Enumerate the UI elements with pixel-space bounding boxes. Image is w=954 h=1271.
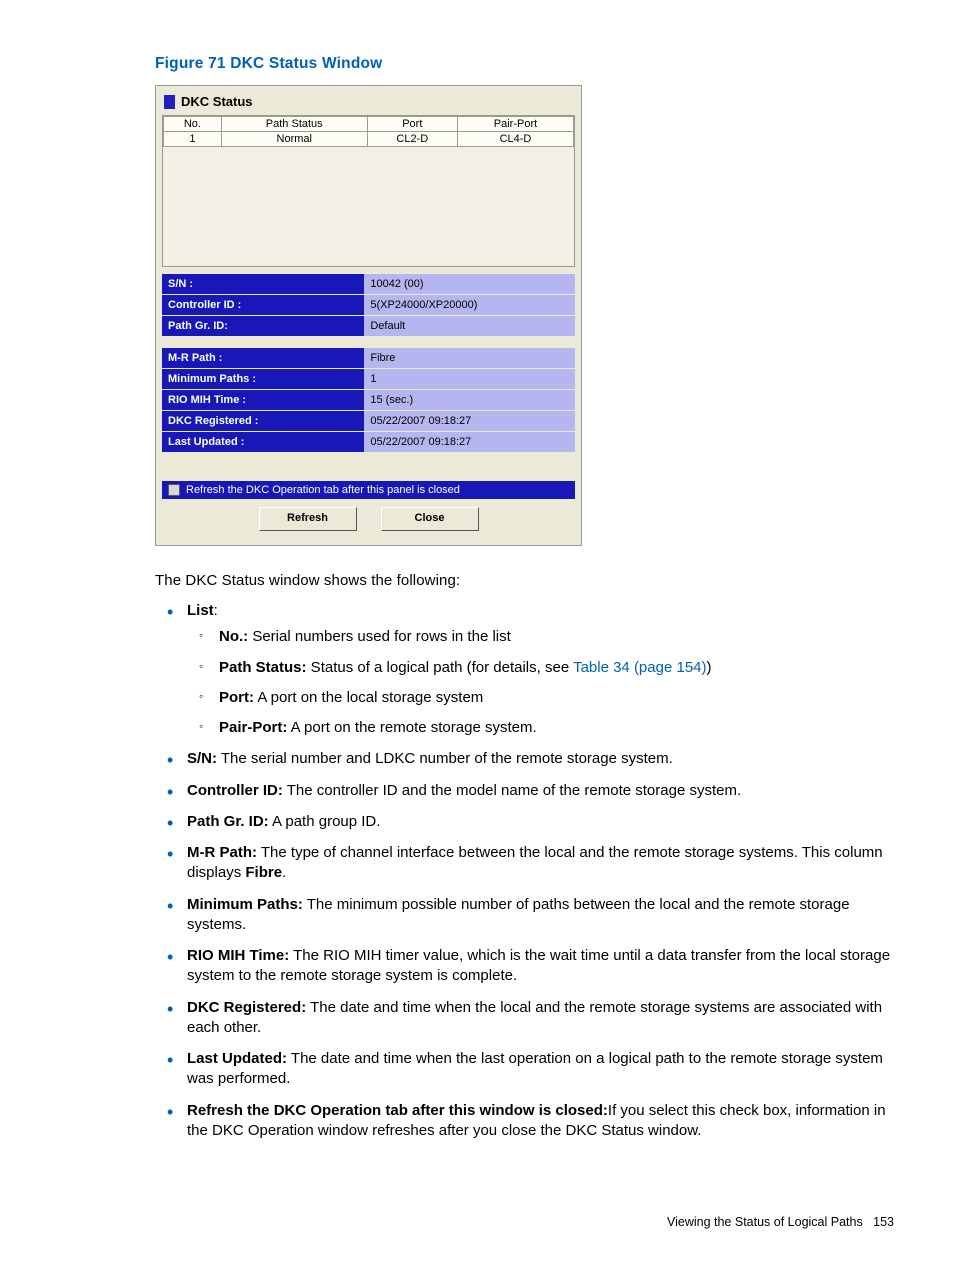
info-block-1: S/N :10042 (00) Controller ID :5(XP24000… <box>162 273 575 453</box>
label-min-paths: Minimum Paths : <box>162 369 364 389</box>
list-item: Pair-Port: A port on the remote storage … <box>187 718 894 738</box>
refresh-checkbox-row[interactable]: Refresh the DKC Operation tab after this… <box>162 481 575 499</box>
value-path-gr-id: Default <box>364 316 575 336</box>
list-item: S/N: The serial number and LDKC number o… <box>155 749 894 769</box>
label-sn: S/N : <box>162 274 364 294</box>
footer-section: Viewing the Status of Logical Paths <box>667 1215 863 1229</box>
cell-port: CL2-D <box>367 132 457 147</box>
label-dkc-registered: DKC Registered : <box>162 411 364 431</box>
dkc-status-window: DKC Status No. Path Status Port Pair-Por… <box>155 85 582 546</box>
label-controller-id: Controller ID : <box>162 295 364 315</box>
col-port: Port <box>367 117 457 132</box>
table-row[interactable]: 1 Normal CL2-D CL4-D <box>164 132 574 147</box>
list-item: Minimum Paths: The minimum possible numb… <box>155 895 894 936</box>
list-item: No.: Serial numbers used for rows in the… <box>187 627 894 647</box>
col-no: No. <box>164 117 222 132</box>
cell-pair: CL4-D <box>457 132 573 147</box>
window-title: DKC Status <box>181 94 253 109</box>
figure-title: Figure 71 DKC Status Window <box>155 55 894 73</box>
list-item: Last Updated: The date and time when the… <box>155 1049 894 1090</box>
description-list: List: No.: Serial numbers used for rows … <box>155 601 894 1141</box>
label-mr-path: M-R Path : <box>162 348 364 368</box>
list-item: M-R Path: The type of channel interface … <box>155 843 894 884</box>
page-footer: Viewing the Status of Logical Paths 153 <box>667 1215 894 1229</box>
path-table: No. Path Status Port Pair-Port 1 Normal … <box>163 116 574 147</box>
list-item: Controller ID: The controller ID and the… <box>155 781 894 801</box>
col-path-status: Path Status <box>221 117 367 132</box>
window-title-bar: DKC Status <box>162 92 575 115</box>
cell-status: Normal <box>221 132 367 147</box>
list-item: Path Gr. ID: A path group ID. <box>155 812 894 832</box>
col-pair-port: Pair-Port <box>457 117 573 132</box>
refresh-checkbox-label: Refresh the DKC Operation tab after this… <box>186 484 460 496</box>
value-sn: 10042 (00) <box>364 274 575 294</box>
list-item: Refresh the DKC Operation tab after this… <box>155 1101 894 1142</box>
path-list: No. Path Status Port Pair-Port 1 Normal … <box>162 115 575 267</box>
intro-paragraph: The DKC Status window shows the followin… <box>155 572 894 589</box>
value-last-updated: 05/22/2007 09:18:27 <box>364 432 575 452</box>
label-rio-mih: RIO MIH Time : <box>162 390 364 410</box>
sub-list: No.: Serial numbers used for rows in the… <box>187 627 894 738</box>
list-item: DKC Registered: The date and time when t… <box>155 998 894 1039</box>
cell-no: 1 <box>164 132 222 147</box>
value-dkc-registered: 05/22/2007 09:18:27 <box>364 411 575 431</box>
value-rio-mih: 15 (sec.) <box>364 390 575 410</box>
value-min-paths: 1 <box>364 369 575 389</box>
window-icon <box>164 95 175 109</box>
value-controller-id: 5(XP24000/XP20000) <box>364 295 575 315</box>
list-item: RIO MIH Time: The RIO MIH timer value, w… <box>155 946 894 987</box>
label-path-gr-id: Path Gr. ID: <box>162 316 364 336</box>
page-number: 153 <box>873 1215 894 1229</box>
list-item: Path Status: Status of a logical path (f… <box>187 658 894 678</box>
label-last-updated: Last Updated : <box>162 432 364 452</box>
list-item: Port: A port on the local storage system <box>187 688 894 708</box>
refresh-button[interactable]: Refresh <box>259 507 357 531</box>
refresh-checkbox[interactable] <box>168 484 180 496</box>
close-button[interactable]: Close <box>381 507 479 531</box>
label: List <box>187 602 214 619</box>
link-table-34[interactable]: Table 34 (page 154) <box>573 659 706 676</box>
value-mr-path: Fibre <box>364 348 575 368</box>
list-item: List: No.: Serial numbers used for rows … <box>155 601 894 738</box>
